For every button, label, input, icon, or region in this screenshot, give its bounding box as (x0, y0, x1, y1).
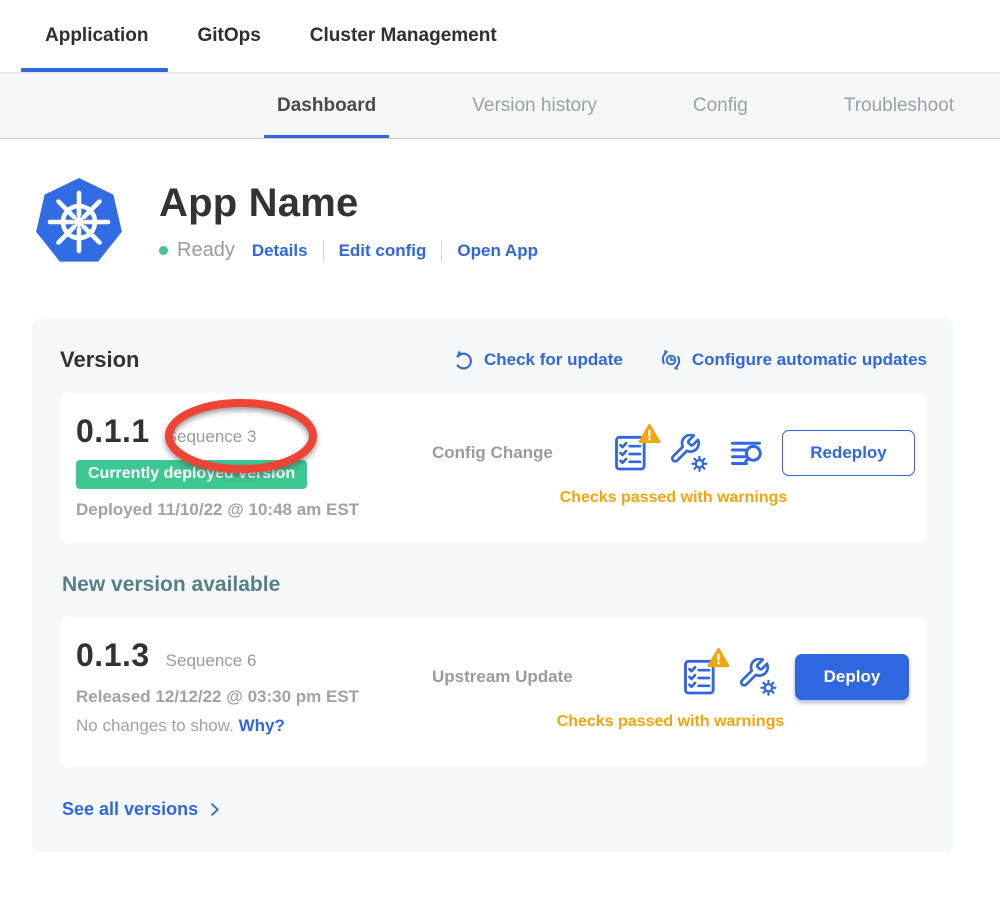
chevron-right-icon (206, 801, 223, 818)
nav-item-gitops[interactable]: GitOps (197, 0, 260, 72)
preflight-checks-icon[interactable] (679, 657, 719, 697)
tab-label: Troubleshoot (844, 95, 954, 117)
version-source-label: Upstream Update (432, 667, 610, 687)
tab-version-history[interactable]: Version history (472, 73, 597, 138)
check-for-update-link[interactable]: Check for update (452, 349, 623, 372)
preflight-status-text: Checks passed with warnings (432, 713, 909, 731)
nav-item-label: GitOps (197, 25, 260, 47)
currently-deployed-badge: Currently deployed version (76, 460, 307, 489)
app-header: App Name Ready Details Edit config Open … (0, 139, 1000, 269)
active-tab-underline (21, 68, 168, 72)
preflight-checks-icon[interactable] (610, 433, 650, 473)
refresh-icon (452, 349, 475, 372)
tab-config[interactable]: Config (693, 73, 748, 138)
app-status: Ready (177, 239, 235, 262)
version-card-actions: Check for update Configure aut (452, 348, 927, 372)
tab-label: Version history (472, 95, 597, 117)
why-link[interactable]: Why? (239, 716, 285, 735)
page-title: App Name (159, 181, 538, 226)
app-status-row: Ready Details Edit config Open App (159, 239, 538, 262)
version-icon-group (610, 433, 764, 473)
details-link[interactable]: Details (252, 241, 308, 261)
no-changes-text: No changes to show. (76, 716, 234, 735)
nav-item-label: Cluster Management (310, 25, 497, 47)
nav-item-application[interactable]: Application (45, 0, 148, 72)
version-card-title: Version (60, 347, 139, 373)
tab-troubleshoot[interactable]: Troubleshoot (844, 73, 954, 138)
available-version-sequence: Sequence 6 (166, 651, 257, 671)
available-version-info: 0.1.3 Sequence 6 Released 12/12/22 @ 03:… (76, 635, 432, 749)
current-version-row: 0.1.1 Sequence 3 Currently deployed vers… (60, 393, 927, 543)
schedule-sync-icon (659, 348, 683, 372)
released-timestamp: Released 12/12/22 @ 03:30 pm EST (76, 687, 432, 707)
configure-automatic-updates-label: Configure automatic updates (692, 350, 927, 370)
see-all-versions-label: See all versions (62, 799, 198, 820)
deployed-timestamp: Deployed 11/10/22 @ 10:48 am EST (76, 500, 432, 520)
current-version-sequence: Sequence 3 (166, 427, 257, 447)
divider (323, 240, 324, 262)
redeploy-button[interactable]: Redeploy (782, 430, 915, 476)
no-changes-line: No changes to show. Why? (76, 716, 432, 736)
check-for-update-label: Check for update (484, 350, 623, 370)
version-icon-group (679, 657, 777, 697)
current-version-number: 0.1.1 (76, 413, 150, 450)
open-app-link[interactable]: Open App (457, 241, 538, 261)
current-version-line: 0.1.1 Sequence 3 (76, 411, 432, 450)
tab-label: Config (693, 95, 748, 117)
diff-view-icon[interactable] (728, 435, 764, 471)
version-card: Version Check for update (32, 319, 953, 852)
tab-label: Dashboard (277, 95, 376, 117)
nav-item-label: Application (45, 25, 148, 47)
available-version-main: Upstream Update (432, 635, 909, 749)
nav-item-cluster-management[interactable]: Cluster Management (310, 0, 497, 72)
warning-triangle-icon (707, 647, 730, 673)
new-version-heading: New version available (62, 573, 927, 597)
primary-nav: Application GitOps Cluster Management (0, 0, 1000, 72)
app-header-text: App Name Ready Details Edit config Open … (159, 177, 538, 262)
preflight-status-text: Checks passed with warnings (432, 489, 915, 507)
divider (441, 240, 442, 262)
warning-triangle-icon (638, 423, 661, 449)
wrench-gear-icon[interactable] (739, 658, 777, 696)
kubernetes-logo (35, 177, 123, 269)
deploy-button[interactable]: Deploy (795, 654, 909, 700)
available-version-actions-row: Upstream Update (432, 654, 909, 700)
see-all-versions-link[interactable]: See all versions (62, 799, 223, 820)
wrench-gear-icon[interactable] (670, 434, 708, 472)
current-version-main: Config Change (432, 411, 915, 525)
current-version-actions-row: Config Change (432, 430, 915, 476)
version-source-label: Config Change (432, 443, 610, 463)
available-version-line: 0.1.3 Sequence 6 (76, 635, 432, 674)
available-version-row: 0.1.3 Sequence 6 Released 12/12/22 @ 03:… (60, 617, 927, 767)
tab-dashboard[interactable]: Dashboard (277, 73, 376, 138)
secondary-nav: Dashboard Version history Config Trouble… (0, 72, 1000, 139)
current-version-info: 0.1.1 Sequence 3 Currently deployed vers… (76, 411, 432, 525)
available-version-number: 0.1.3 (76, 637, 150, 674)
version-card-header: Version Check for update (60, 347, 927, 373)
edit-config-link[interactable]: Edit config (339, 241, 427, 261)
ready-status-dot-icon (159, 246, 168, 255)
configure-automatic-updates-link[interactable]: Configure automatic updates (659, 348, 927, 372)
